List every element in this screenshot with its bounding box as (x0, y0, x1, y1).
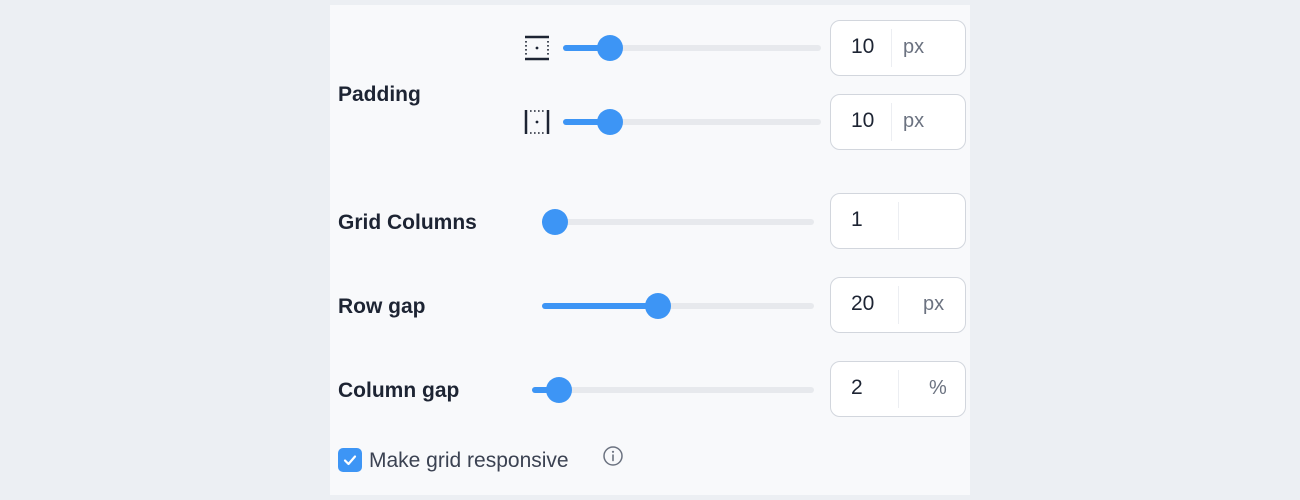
grid-columns-label: Grid Columns (338, 211, 477, 234)
column-gap-slider[interactable] (532, 377, 814, 403)
padding-vertical-value[interactable]: 10 (851, 35, 874, 59)
row-gap-slider[interactable] (542, 293, 814, 319)
grid-settings-panel: Padding 10 px 10 px Grid Columns 1 Row g… (330, 5, 970, 495)
column-gap-value[interactable]: 2 (851, 376, 863, 400)
row-gap-input[interactable]: 20 px (830, 277, 966, 333)
padding-vertical-input[interactable]: 10 px (830, 20, 966, 76)
grid-columns-input[interactable]: 1 (830, 193, 966, 249)
padding-horizontal-input[interactable]: 10 px (830, 94, 966, 150)
column-gap-unit: % (929, 377, 947, 399)
padding-horizontal-slider[interactable] (563, 109, 821, 135)
slider-thumb[interactable] (597, 35, 623, 61)
responsive-label[interactable]: Make grid responsive (369, 449, 569, 473)
padding-vertical-icon (525, 35, 549, 61)
slider-thumb[interactable] (645, 293, 671, 319)
padding-horizontal-icon (524, 110, 550, 134)
padding-vertical-unit: px (903, 36, 925, 58)
check-icon (343, 455, 357, 466)
padding-horizontal-unit: px (903, 110, 925, 132)
padding-vertical-slider[interactable] (563, 35, 821, 61)
row-gap-label: Row gap (338, 295, 426, 318)
grid-columns-slider[interactable] (542, 209, 814, 235)
row-gap-value[interactable]: 20 (851, 292, 874, 316)
responsive-checkbox[interactable] (338, 448, 362, 472)
slider-thumb[interactable] (546, 377, 572, 403)
row-gap-unit: px (923, 293, 945, 315)
column-gap-input[interactable]: 2 % (830, 361, 966, 417)
slider-thumb[interactable] (542, 209, 568, 235)
padding-label: Padding (338, 83, 421, 106)
column-gap-label: Column gap (338, 379, 460, 402)
slider-thumb[interactable] (597, 109, 623, 135)
info-icon[interactable] (602, 445, 624, 467)
padding-horizontal-value[interactable]: 10 (851, 109, 874, 133)
grid-columns-value[interactable]: 1 (851, 208, 863, 232)
